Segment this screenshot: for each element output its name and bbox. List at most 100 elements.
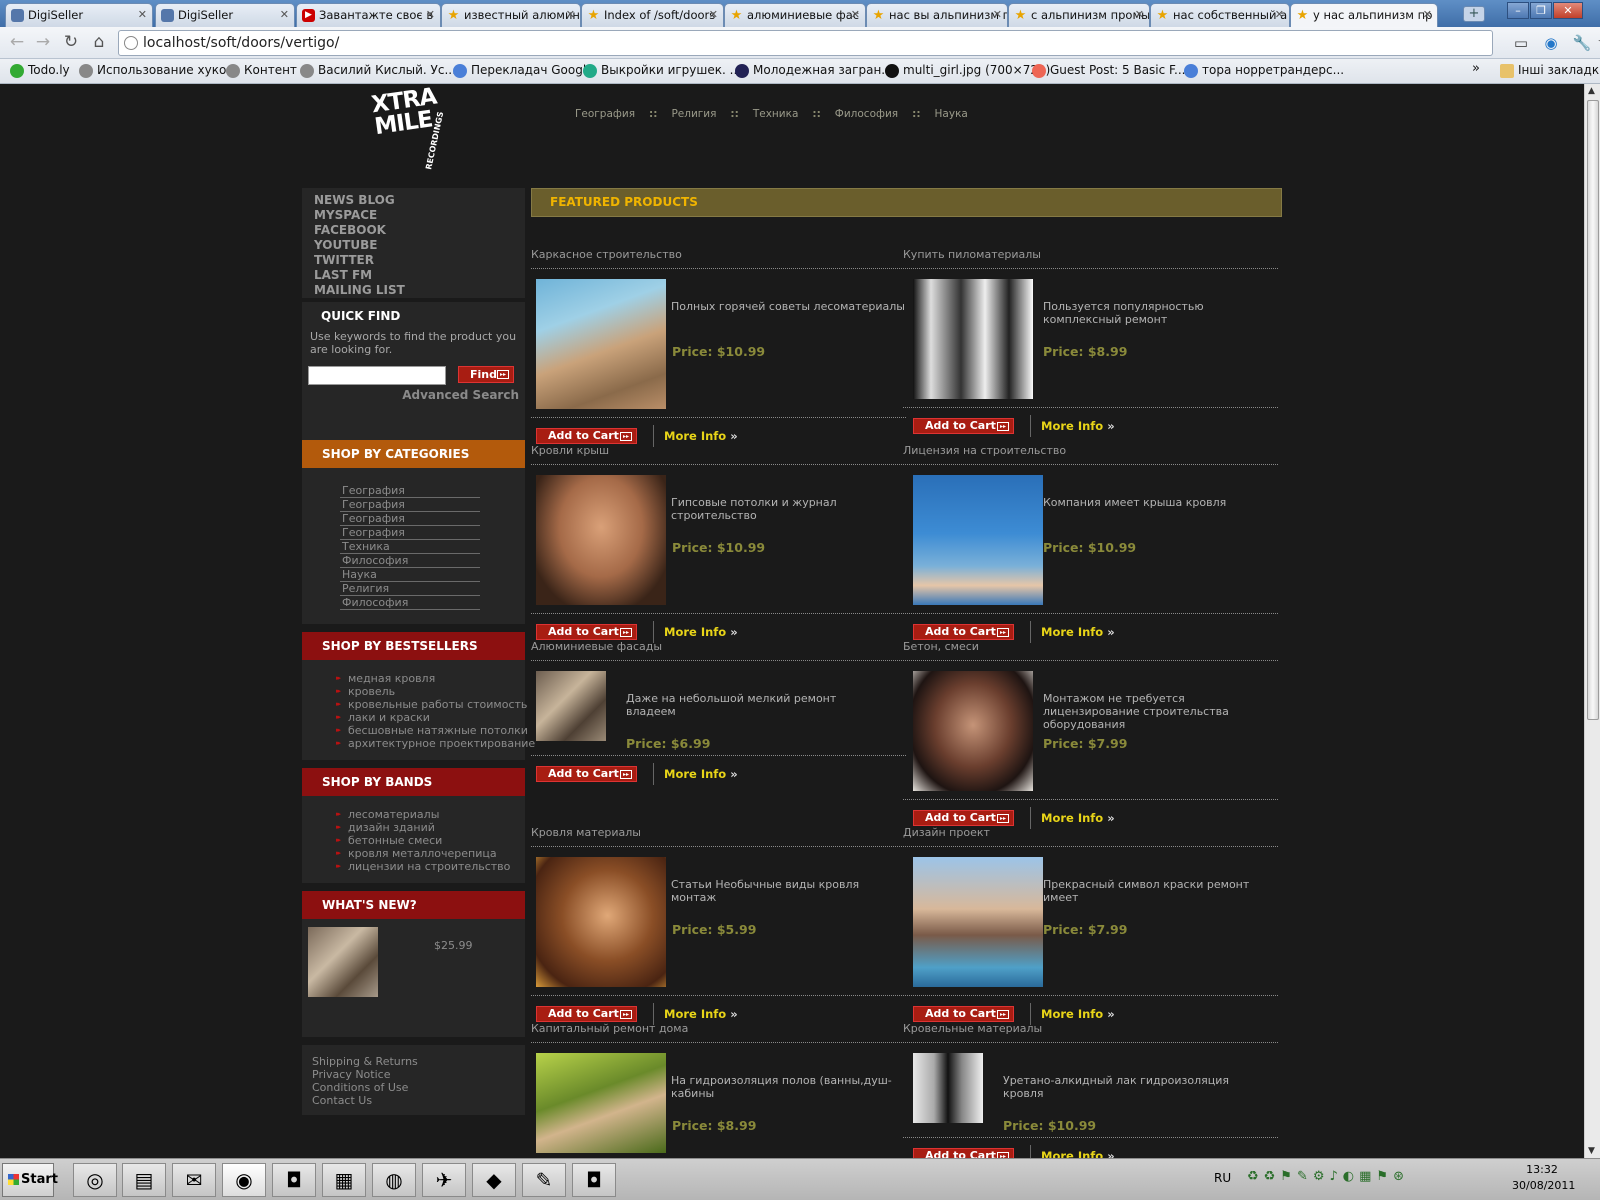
minimize-icon[interactable]: – bbox=[1507, 2, 1529, 19]
browser-tab[interactable]: DigiSeller ✕ bbox=[5, 3, 153, 27]
bookmark-item[interactable]: Контент bbox=[226, 63, 297, 78]
product-image[interactable] bbox=[536, 1053, 666, 1153]
add-to-cart-button[interactable]: Add to Cart ▸▸ bbox=[913, 418, 1014, 434]
product-category[interactable]: Кровли крыш bbox=[531, 444, 609, 457]
product-image[interactable] bbox=[536, 671, 606, 741]
camera-icon[interactable]: ◘ bbox=[272, 1163, 316, 1197]
scroll-down-icon[interactable]: ▼ bbox=[1588, 1146, 1595, 1156]
sidebar-link[interactable]: FACEBOOK bbox=[314, 223, 513, 238]
add-to-cart-button[interactable]: Add to Cart ▸▸ bbox=[536, 1006, 637, 1022]
address-bar[interactable]: localhost/soft/doors/vertigo/ ☆ bbox=[118, 30, 1600, 56]
topnav-link[interactable]: География bbox=[575, 108, 635, 120]
chevron-more-icon[interactable]: » bbox=[1472, 61, 1480, 76]
product-image[interactable] bbox=[913, 671, 1033, 791]
browser-tab[interactable]: ★ алюминиевые фас ✕ bbox=[724, 3, 866, 27]
close-icon[interactable]: ✕ bbox=[1553, 2, 1583, 19]
paint-icon[interactable]: ✎ bbox=[522, 1163, 566, 1197]
tab-close-icon[interactable]: ✕ bbox=[566, 4, 575, 26]
footer-link[interactable]: Contact Us bbox=[312, 1094, 515, 1107]
reload-icon[interactable]: ↻ bbox=[59, 31, 83, 55]
product-category[interactable]: Каркасное строительство bbox=[531, 248, 682, 261]
product-category[interactable]: Лицензия на строительство bbox=[903, 444, 1066, 457]
category-link[interactable]: География bbox=[340, 526, 480, 540]
more-info-link[interactable]: More Info bbox=[664, 767, 738, 781]
product-category[interactable]: Кровельные материалы bbox=[903, 1022, 1042, 1035]
whats-new-image[interactable] bbox=[308, 927, 378, 997]
topnav-link[interactable]: Техника bbox=[753, 108, 799, 120]
category-link[interactable]: Религия bbox=[340, 582, 480, 596]
bestseller-link[interactable]: архитектурное проектирование bbox=[336, 737, 535, 750]
category-link[interactable]: География bbox=[340, 512, 480, 526]
product-category[interactable]: Капитальный ремонт дома bbox=[531, 1022, 688, 1035]
band-link[interactable]: кровля металлочерепица bbox=[336, 847, 525, 860]
new-tab-button[interactable]: + bbox=[1463, 6, 1485, 22]
sidebar-link[interactable]: NEWS BLOG bbox=[314, 193, 513, 208]
add-to-cart-button[interactable]: Add to Cart ▸▸ bbox=[536, 428, 637, 444]
chrome-icon[interactable]: ◉ bbox=[222, 1163, 266, 1197]
product-image[interactable] bbox=[913, 1053, 983, 1123]
product-category[interactable]: Купить пиломатериалы bbox=[903, 248, 1041, 261]
footer-link[interactable]: Privacy Notice bbox=[312, 1068, 515, 1081]
band-link[interactable]: дизайн зданий bbox=[336, 821, 525, 834]
more-info-link[interactable]: More Info bbox=[1041, 1007, 1115, 1021]
browser-tab[interactable]: ★ известный алюмин ✕ bbox=[441, 3, 581, 27]
more-info-link[interactable]: More Info bbox=[664, 1007, 738, 1021]
category-link[interactable]: Техника bbox=[340, 540, 480, 554]
bestseller-link[interactable]: бесшовные натяжные потолки bbox=[336, 724, 528, 737]
bookmark-item[interactable]: Перекладач Google bbox=[453, 63, 594, 78]
more-info-link[interactable]: More Info bbox=[664, 429, 738, 443]
topnav-link[interactable]: Философия bbox=[835, 108, 898, 120]
tab-close-icon[interactable]: ✕ bbox=[709, 4, 718, 26]
bestseller-link[interactable]: медная кровля bbox=[336, 672, 525, 685]
bookmark-item[interactable]: Василий Кислый. Ус... bbox=[300, 63, 456, 78]
category-link[interactable]: География bbox=[340, 484, 480, 498]
more-info-link[interactable]: More Info bbox=[1041, 1149, 1115, 1158]
folder-icon[interactable]: ▦ bbox=[322, 1163, 366, 1197]
language-indicator[interactable]: RU bbox=[1214, 1171, 1231, 1185]
bookmark-item[interactable]: Todo.ly bbox=[10, 63, 70, 78]
sidebar-link[interactable]: MAILING LIST bbox=[314, 283, 513, 298]
tab-close-icon[interactable]: ✕ bbox=[280, 4, 289, 26]
browser-tab[interactable]: ★ с альпинизм промы ✕ bbox=[1008, 3, 1150, 27]
scroll-up-icon[interactable]: ▲ bbox=[1588, 86, 1595, 96]
start-button[interactable]: Start bbox=[2, 1163, 58, 1197]
sidebar-link[interactable]: YOUTUBE bbox=[314, 238, 513, 253]
tab-close-icon[interactable]: ✕ bbox=[426, 4, 435, 26]
band-link[interactable]: лицензии на строительство bbox=[336, 860, 525, 873]
browser-tab[interactable]: ★ нас вы альпинизм г ✕ bbox=[866, 3, 1008, 27]
product-description[interactable]: Уретано-алкидный лак гидроизоляция кровл… bbox=[1003, 1074, 1238, 1100]
add-to-cart-button[interactable]: Add to Cart ▸▸ bbox=[536, 624, 637, 640]
browser-tab[interactable]: ▶ Завантажте своє в ✕ bbox=[296, 3, 441, 27]
notes-icon[interactable]: ▤ bbox=[122, 1163, 166, 1197]
category-link[interactable]: Наука bbox=[340, 568, 480, 582]
tab-close-icon[interactable]: ✕ bbox=[138, 4, 147, 26]
tab-close-icon[interactable]: ✕ bbox=[1275, 4, 1284, 26]
product-description[interactable]: Прекрасный символ краски ремонт имеет bbox=[1043, 878, 1278, 904]
product-image[interactable] bbox=[536, 475, 666, 605]
tab-close-icon[interactable]: ✕ bbox=[993, 4, 1002, 26]
more-info-link[interactable]: More Info bbox=[1041, 419, 1115, 433]
tab-close-icon[interactable]: ✕ bbox=[851, 4, 860, 26]
product-image[interactable] bbox=[913, 857, 1043, 987]
browser-tab[interactable]: ★ у нас альпинизм пр ✕ bbox=[1290, 3, 1438, 28]
product-description[interactable]: Компания имеет крыша кровля bbox=[1043, 496, 1278, 509]
extension-icon[interactable]: ▭ bbox=[1511, 33, 1531, 53]
product-category[interactable]: Алюминиевые фасады bbox=[531, 640, 662, 653]
footer-link[interactable]: Shipping & Returns bbox=[312, 1055, 515, 1068]
more-info-link[interactable]: More Info bbox=[1041, 625, 1115, 639]
bookmark-item[interactable]: Guest Post: 5 Basic F... bbox=[1032, 63, 1185, 78]
sidebar-link[interactable]: LAST FM bbox=[314, 268, 513, 283]
category-link[interactable]: Философия bbox=[340, 596, 480, 610]
maximize-icon[interactable]: ❐ bbox=[1530, 2, 1552, 19]
product-category[interactable]: Бетон, смеси bbox=[903, 640, 979, 653]
product-description[interactable]: Гипсовые потолки и журнал строительство bbox=[671, 496, 906, 522]
sidebar-link[interactable]: MYSPACE bbox=[314, 208, 513, 223]
bestseller-link[interactable]: кровельные работы стоимость bbox=[336, 698, 527, 711]
bookmark-item[interactable]: Молодежная загран... bbox=[735, 63, 893, 78]
sidebar-link[interactable]: TWITTER bbox=[314, 253, 513, 268]
bestseller-link[interactable]: кровель bbox=[336, 685, 525, 698]
product-description[interactable]: На гидроизоляция полов (ванны,душ-кабины bbox=[671, 1074, 906, 1100]
tab-close-icon[interactable]: ✕ bbox=[1423, 4, 1432, 26]
other-bookmarks[interactable]: Інші закладки bbox=[1500, 63, 1600, 78]
bookmark-item[interactable]: multi_girl.jpg (700×722) bbox=[885, 63, 1050, 78]
